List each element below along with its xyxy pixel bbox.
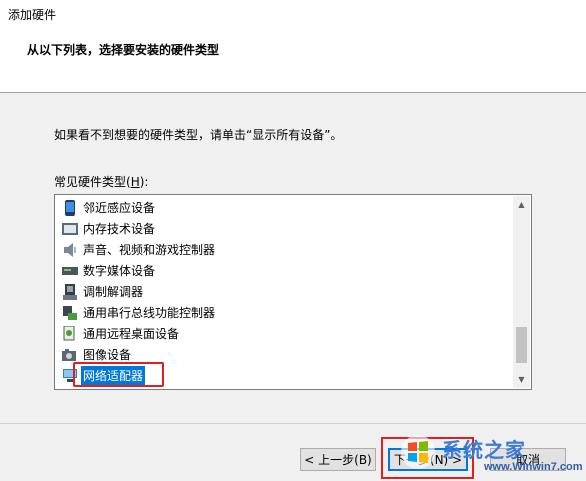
hardware-type-listbox[interactable]: 邻近感应设备 内存技术设备 声音、视频和游戏控制器 数字媒体设备 调制解调器 通… [54,194,532,390]
vertical-scrollbar[interactable]: ▲ ▼ [513,196,530,388]
list-item-digital-media[interactable]: 数字媒体设备 [56,260,513,281]
list-item-modem[interactable]: 调制解调器 [56,281,513,302]
title-bar: 添加硬件 [0,0,586,24]
usb-controller-icon [62,305,78,321]
camera-icon [62,347,78,363]
instruction-text: 如果看不到想要的硬件类型，请单击“显示所有设备”。 [54,128,343,142]
list-item-label: 通用串行总线功能控制器 [83,306,216,320]
selection-highlight-annotation [73,362,164,387]
window-title: 添加硬件 [8,8,57,22]
memory-card-icon [62,221,78,237]
label-access-key: H [130,175,140,189]
list-item-label: 邻近感应设备 [83,201,156,215]
list-item-label: 调制解调器 [83,285,144,299]
list-item-label: 通用远程桌面设备 [83,327,180,341]
list-item-memory-tech[interactable]: 内存技术设备 [56,218,513,239]
next-button-highlight-annotation [381,437,474,479]
scroll-thumb[interactable] [516,327,527,363]
listbox-items: 邻近感应设备 内存技术设备 声音、视频和游戏控制器 数字媒体设备 调制解调器 通… [56,197,513,388]
list-item-usb-function[interactable]: 通用串行总线功能控制器 [56,302,513,323]
list-item-remote-desktop[interactable]: 通用远程桌面设备 [56,323,513,344]
modem-icon [62,283,78,300]
label-suffix: ): [139,175,149,189]
list-item-label: 数字媒体设备 [83,264,156,278]
speaker-icon [62,242,78,258]
hardware-type-label: 常见硬件类型(H): [54,173,148,190]
wizard-heading: 从以下列表，选择要安装的硬件类型 [27,43,220,57]
back-button[interactable]: < 上一步(B) [300,448,376,471]
scroll-up-arrow-icon[interactable]: ▲ [513,196,530,213]
list-item-proximity[interactable]: 邻近感应设备 [56,197,513,218]
list-item-sound-video[interactable]: 声音、视频和游戏控制器 [56,239,513,260]
media-device-icon [62,263,78,279]
scroll-down-arrow-icon[interactable]: ▼ [513,371,530,388]
label-prefix: 常见硬件类型( [54,175,131,189]
list-item-label: 声音、视频和游戏控制器 [83,243,216,257]
wizard-header: 从以下列表，选择要安装的硬件类型 [0,24,586,93]
list-item-label: 内存技术设备 [83,222,156,236]
footer-divider [0,423,586,424]
phone-icon [62,199,78,216]
cancel-button[interactable]: 取消 [490,448,566,471]
remote-desktop-icon [62,325,78,342]
